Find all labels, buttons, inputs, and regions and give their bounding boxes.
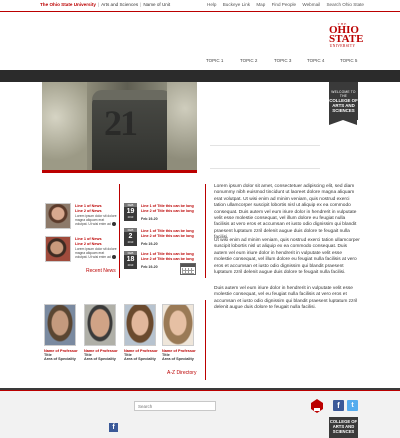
nav-topic-3[interactable]: TOPIC 3 [274, 58, 291, 63]
az-directory-link[interactable]: A-Z Directory [167, 370, 196, 376]
faculty-photo[interactable] [84, 304, 116, 346]
event-dates: Feb 19-20 [141, 242, 158, 246]
news-title-line2[interactable]: Line 2 of News [75, 242, 102, 246]
nav-topic-4[interactable]: TOPIC 4 [307, 58, 324, 63]
twitter-icon[interactable]: t [347, 400, 358, 411]
dark-header-band [0, 70, 400, 82]
event-title-line2[interactable]: Line 2 of Title this can be long [141, 257, 194, 261]
util-link-help[interactable]: Help [207, 2, 216, 7]
osu-logo[interactable]: THE OHIO STATE UNIVERSITY [329, 22, 363, 53]
events-divider [205, 184, 206, 278]
more-arrow-icon[interactable] [111, 222, 116, 227]
news-body: Lorem ipsum dolor sit dolore magna aliqu… [75, 247, 117, 259]
hero-image: 21 [42, 82, 197, 170]
faculty-photo[interactable] [162, 304, 194, 346]
faculty-card[interactable]: Name of Professor Title Area of Speciali… [84, 304, 118, 361]
event-date-badge: FEB 19 2013 [124, 203, 137, 221]
event-title-line1[interactable]: Line 1 of Title this can be long [141, 229, 194, 233]
breadcrumb-osu-link[interactable]: The Ohio State University [40, 2, 96, 7]
event-title-line1[interactable]: Line 1 of Title this can be long [141, 204, 194, 208]
event-date-badge: FEB 2 2013 [124, 228, 137, 246]
calendar-icon[interactable] [180, 263, 196, 275]
footer-search-input[interactable] [134, 401, 216, 411]
util-link-search-osu[interactable]: Search Ohio State [326, 2, 364, 7]
event-dates: Feb 19-20 [141, 217, 158, 221]
faculty-photo[interactable] [124, 304, 156, 346]
news-title-line1[interactable]: Line 1 of News [75, 237, 102, 241]
utility-links: Help Buckeye Link Map Find People Webmai… [202, 2, 364, 7]
util-link-find-people[interactable]: Find People [272, 2, 297, 7]
news-title-line2[interactable]: Line 2 of News [75, 209, 102, 213]
facebook-icon[interactable]: f [109, 423, 118, 432]
event-dates: Feb 19-20 [141, 265, 158, 269]
faculty-card[interactable]: Name of Professor Title Area of Speciali… [162, 304, 196, 361]
hero-caption-divider [210, 168, 320, 169]
nav-topic-5[interactable]: TOPIC 5 [340, 58, 357, 63]
breadcrumb: The Ohio State University | Arts and Scien… [40, 2, 171, 7]
event-item[interactable]: FEB 2 2013 Line 1 of Title this can be lon… [124, 228, 204, 253]
faculty-area: Area of Speciality [162, 357, 194, 361]
news-thumbnail[interactable] [45, 203, 71, 229]
top-utility-bar: The Ohio State University | Arts and Scien… [0, 0, 400, 12]
news-body: Lorem ipsum dolor sit dolore magna aliqu… [75, 214, 117, 226]
news-item[interactable]: Line 1 of News Line 2 of News Lorem ipsum… [45, 203, 117, 231]
footer-college-badge[interactable]: COLLEGE OF ARTS AND SCIENCES [329, 417, 358, 438]
news-thumbnail[interactable] [45, 236, 71, 262]
util-link-map[interactable]: Map [256, 2, 265, 7]
faculty-card[interactable]: Name of Professor Title Area of Speciali… [44, 304, 78, 361]
faculty-divider [205, 300, 206, 380]
hero-caption-divider [210, 145, 320, 146]
faculty-photo[interactable] [44, 304, 76, 346]
faculty-area: Area of Speciality [84, 357, 116, 361]
news-title-line1[interactable]: Line 1 of News [75, 204, 102, 208]
faculty-area: Area of Speciality [124, 357, 156, 361]
body-paragraph: Duis autem vel eum iriure dolor in hendr… [214, 286, 358, 311]
news-divider [119, 184, 120, 278]
osu-block-o-icon[interactable] [311, 399, 323, 413]
recent-news-link[interactable]: Recent News [86, 268, 116, 274]
news-item[interactable]: Line 1 of News Line 2 of News Lorem ipsum… [45, 236, 117, 264]
nav-topic-1[interactable]: TOPIC 1 [206, 58, 223, 63]
more-arrow-icon[interactable] [111, 255, 116, 260]
event-title-line2[interactable]: Line 2 of Title this can be long [141, 209, 194, 213]
event-title-line1[interactable]: Line 1 of Title this can be long [141, 252, 194, 256]
breadcrumb-arts-sciences-link[interactable]: Arts and Sciences [101, 2, 138, 7]
breadcrumb-unit-link[interactable]: Name of Unit [143, 2, 170, 7]
college-badge[interactable]: WELCOME TO THE COLLEGE OF ARTS AND SCIEN… [329, 82, 358, 125]
hero-red-bar [42, 170, 197, 173]
body-paragraph: Lorem ipsum dolor sit amet, consectetuer… [214, 184, 357, 241]
util-link-buckeye-link[interactable]: Buckeye Link [223, 2, 250, 7]
faculty-area: Area of Speciality [44, 357, 76, 361]
nav-topic-2[interactable]: TOPIC 2 [240, 58, 257, 63]
hero-post-number: 21 [104, 103, 138, 143]
top-red-rule [0, 11, 400, 12]
body-paragraph: Ut wisi enim ad minim veniam, quis nostr… [214, 238, 360, 276]
facebook-social-icon[interactable]: f [333, 400, 344, 411]
event-date-badge: FEB 18 2013 [124, 251, 137, 269]
event-title-line2[interactable]: Line 2 of Title this can be long [141, 234, 194, 238]
util-link-webmail[interactable]: Webmail [302, 2, 320, 7]
faculty-card[interactable]: Name of Professor Title Area of Speciali… [124, 304, 158, 361]
main-nav: TOPIC 1 TOPIC 2 TOPIC 3 TOPIC 4 TOPIC 5 [200, 58, 370, 66]
event-item[interactable]: FEB 19 2013 Line 1 of Title this can be lo… [124, 203, 204, 228]
